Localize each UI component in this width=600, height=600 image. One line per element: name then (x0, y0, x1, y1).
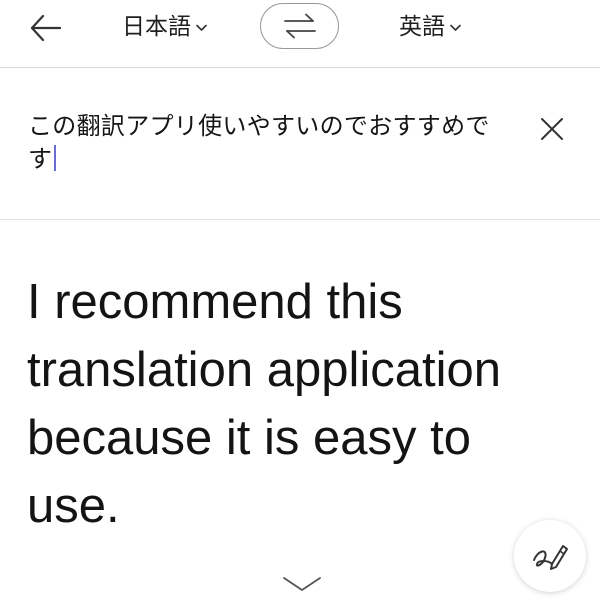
source-input-area[interactable]: この翻訳アプリ使いやすいのでおすすめです (0, 68, 600, 220)
close-icon (541, 118, 563, 140)
chevron-down-icon (450, 24, 461, 31)
back-button[interactable] (26, 10, 66, 46)
pen-icon (533, 545, 568, 570)
swap-languages-button[interactable] (260, 3, 339, 49)
chevron-down-icon (283, 577, 321, 591)
swap-arrows-icon (283, 13, 316, 39)
source-text-input[interactable]: この翻訳アプリ使いやすいのでおすすめです (28, 110, 498, 176)
chevron-down-icon (196, 24, 207, 31)
language-bar: 日本語 英語 (0, 0, 600, 68)
handwriting-button[interactable] (514, 520, 586, 592)
target-language-label: 英語 (399, 14, 445, 40)
source-language-select[interactable]: 日本語 (122, 10, 207, 44)
expand-button[interactable] (280, 572, 324, 596)
clear-input-button[interactable] (537, 114, 567, 144)
source-text: この翻訳アプリ使いやすいのでおすすめです (28, 112, 490, 173)
translation-output: I recommend this translation application… (27, 275, 501, 533)
target-language-select[interactable]: 英語 (399, 10, 461, 44)
text-cursor (54, 145, 56, 171)
arrow-left-icon (30, 14, 62, 42)
source-language-label: 日本語 (122, 14, 191, 40)
translation-screen: 日本語 英語 この翻訳アプリ使いやすいのでおすすめです I recommend … (0, 0, 600, 600)
